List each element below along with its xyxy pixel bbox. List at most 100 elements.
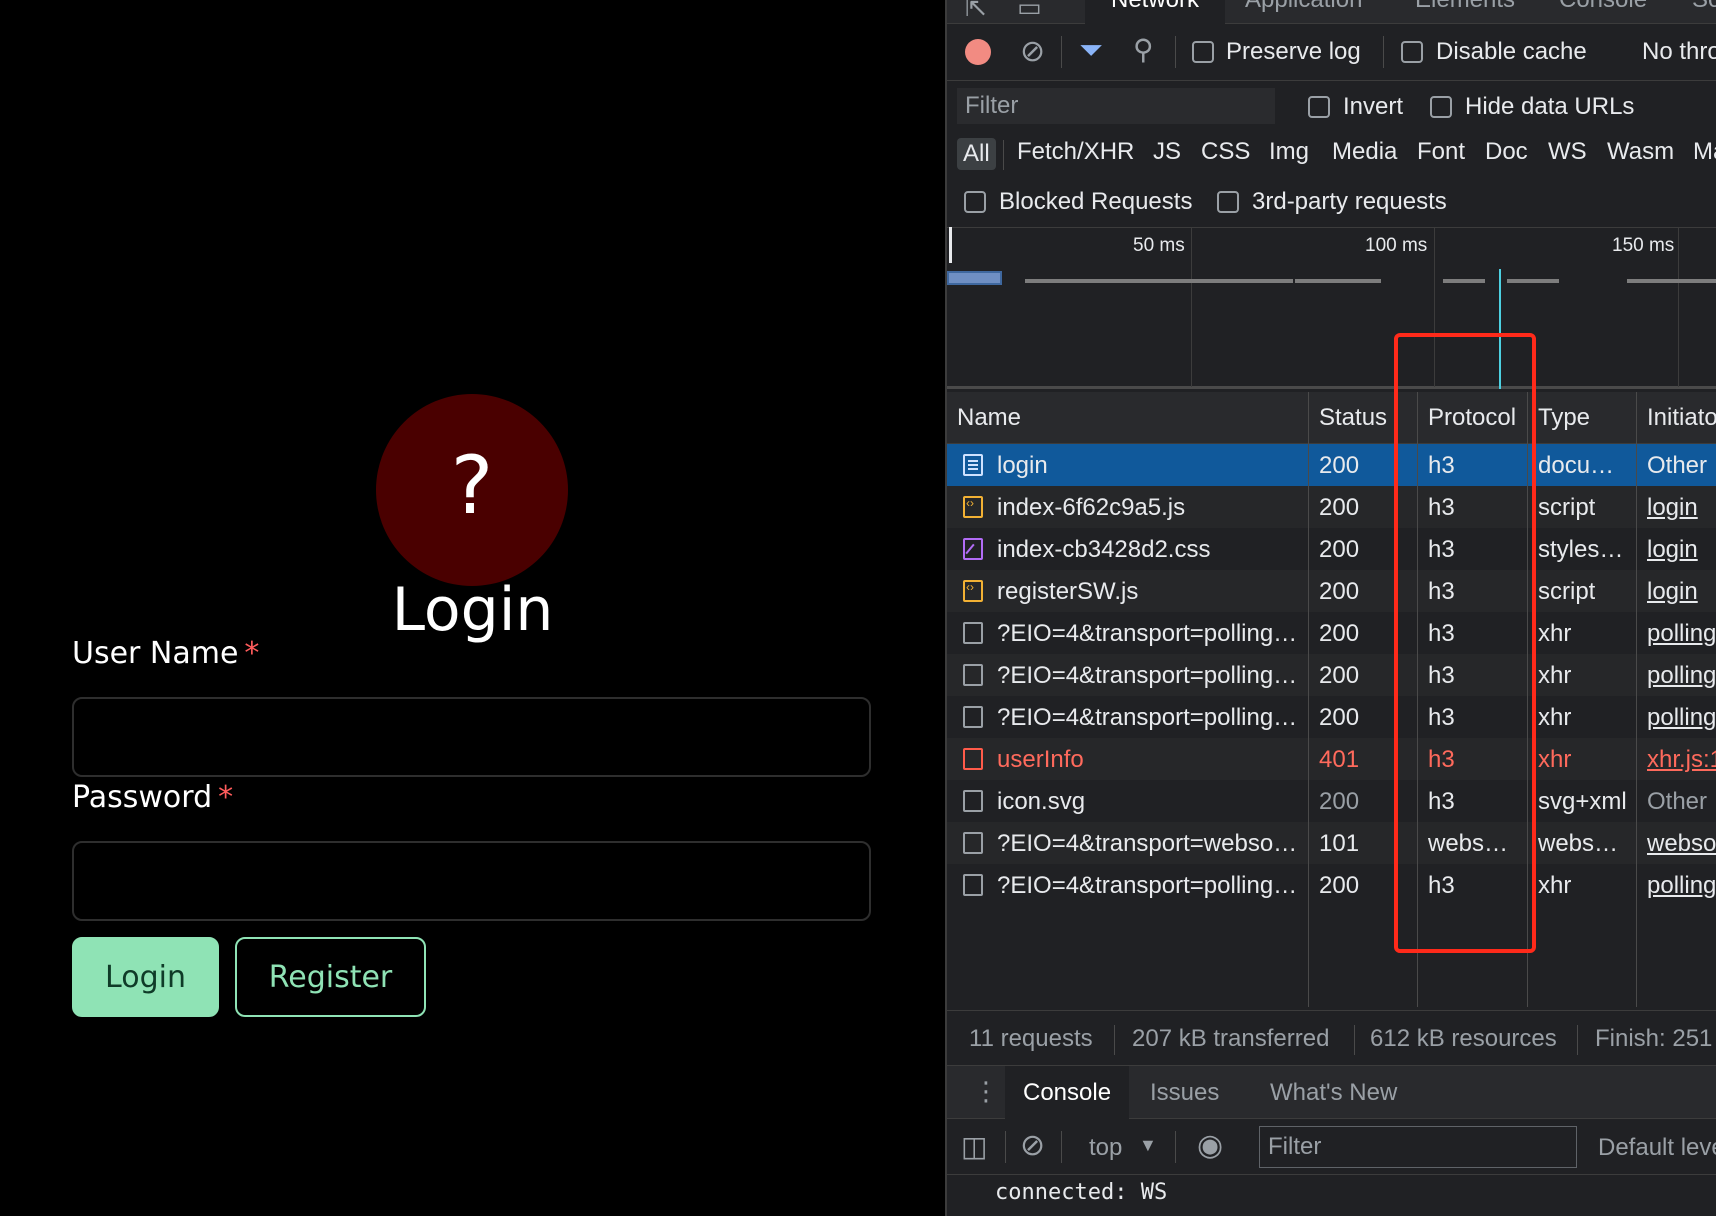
eye-icon[interactable]: ◉ <box>1197 1131 1223 1161</box>
blocked-requests-label: Blocked Requests <box>999 188 1193 215</box>
timeline-gridline <box>1678 227 1679 387</box>
console-toolbar: ◫ ⊘ top ▼ ◉ Filter Default leve <box>947 1119 1716 1175</box>
request-initiator[interactable]: login <box>1647 536 1698 564</box>
timeline-tick: 50 ms <box>1133 235 1185 256</box>
password-input[interactable] <box>72 841 871 921</box>
type-filter-font[interactable]: Font <box>1417 138 1465 166</box>
request-status: 200 <box>1319 578 1360 605</box>
throttling-select[interactable]: No thro <box>1642 38 1716 66</box>
timeline-bar-document <box>947 271 1002 285</box>
invert-checkbox[interactable] <box>1308 96 1330 118</box>
more-tools-icon[interactable]: ⋮ <box>973 1078 999 1104</box>
required-mark: * <box>244 636 260 671</box>
preserve-log-checkbox[interactable] <box>1192 41 1214 63</box>
type-filter-wasm[interactable]: Wasm <box>1607 138 1674 166</box>
type-filter-css[interactable]: CSS <box>1201 138 1250 166</box>
blocked-requests-checkbox[interactable] <box>964 191 986 213</box>
type-filter-fetch-xhr[interactable]: Fetch/XHR <box>1017 138 1134 166</box>
type-filter-doc[interactable]: Doc <box>1485 138 1528 166</box>
request-row[interactable]: ?EIO=4&transport=polling… 200 h3 xhr polling <box>947 612 1716 654</box>
filter-input[interactable]: Filter <box>957 88 1275 124</box>
file-icon <box>963 664 983 686</box>
request-initiator[interactable]: polling <box>1647 662 1716 690</box>
type-filter-all[interactable]: All <box>957 138 996 170</box>
clear-console-icon[interactable]: ⊘ <box>1020 1131 1045 1161</box>
filter-funnel-icon[interactable]: ⏷ <box>1079 36 1103 66</box>
hide-data-urls-checkbox[interactable] <box>1430 96 1452 118</box>
chevron-down-icon[interactable]: ▼ <box>1139 1136 1157 1154</box>
drawer-tab-console[interactable]: Console <box>1005 1066 1130 1119</box>
disable-cache-label: Disable cache <box>1436 38 1587 65</box>
drawer-tab-whats-new[interactable]: What's New <box>1270 1079 1397 1107</box>
request-row[interactable]: ?EIO=4&transport=polling… 200 h3 xhr polling <box>947 654 1716 696</box>
request-initiator[interactable]: webso <box>1647 830 1716 858</box>
request-status: 200 <box>1319 788 1360 815</box>
tab-application[interactable]: Application <box>1245 0 1362 14</box>
timeline-top-border <box>947 227 1716 228</box>
network-timeline[interactable]: 50 ms 100 ms 150 ms <box>947 227 1716 389</box>
username-label-text: User Name <box>72 636 239 671</box>
inspect-icon[interactable]: ⇱ <box>965 0 987 20</box>
record-icon[interactable] <box>965 39 991 65</box>
drawer-tab-issues[interactable]: Issues <box>1150 1079 1219 1107</box>
console-filter-input[interactable]: Filter <box>1259 1126 1577 1168</box>
request-name: login <box>997 452 1048 479</box>
request-initiator[interactable]: polling <box>1647 872 1716 900</box>
request-type: xhr <box>1538 620 1572 647</box>
drawer-tabbar: ⋮ Console Issues What's New <box>947 1066 1716 1119</box>
request-initiator[interactable]: polling <box>1647 704 1716 732</box>
request-initiator[interactable]: polling <box>1647 620 1716 648</box>
request-row[interactable]: icon.svg 200 h3 svg+xml Other <box>947 780 1716 822</box>
request-row[interactable]: ?EIO=4&transport=polling… 200 h3 xhr polling <box>947 696 1716 738</box>
column-initiator[interactable]: Initiato <box>1647 404 1716 432</box>
request-initiator[interactable]: login <box>1647 494 1698 522</box>
column-name[interactable]: Name <box>957 404 1021 432</box>
request-row[interactable]: ?EIO=4&transport=webso… 101 webs… webs… webs… <box>947 822 1716 864</box>
sidebar-toggle-icon[interactable]: ◫ <box>961 1133 987 1161</box>
request-initiator[interactable]: xhr.js:1 <box>1647 746 1716 774</box>
type-filter-img[interactable]: Img <box>1269 138 1309 166</box>
request-status: 200 <box>1319 620 1360 647</box>
file-icon <box>963 706 983 728</box>
request-row[interactable]: index-6f62c9a5.js200h3scriptlogin <box>947 486 1716 528</box>
third-party-checkbox[interactable] <box>1217 191 1239 213</box>
resources-size: 612 kB resources <box>1370 1025 1557 1052</box>
disable-cache-checkbox[interactable] <box>1401 41 1423 63</box>
search-icon[interactable]: ⚲ <box>1133 36 1154 64</box>
type-filter-manifest[interactable]: Ma <box>1693 138 1716 166</box>
password-label-text: Password <box>72 780 213 815</box>
login-button[interactable]: Login <box>72 937 219 1017</box>
protocol-highlight-box <box>1394 333 1536 953</box>
request-row[interactable]: index-cb3428d2.css 200 h3 styles… login <box>947 528 1716 570</box>
file-icon <box>963 622 983 644</box>
request-name: index-cb3428d2.css <box>997 536 1211 563</box>
request-type: webs… <box>1538 830 1619 857</box>
request-row[interactable]: ?EIO=4&transport=polling… 200 h3 xhr polling <box>947 864 1716 906</box>
username-input[interactable] <box>72 697 871 777</box>
request-name: ?EIO=4&transport=polling… <box>997 620 1298 647</box>
column-divider[interactable] <box>1308 392 1309 1007</box>
request-row[interactable]: userInfo 401 h3 xhr xhr.js:1 <box>947 738 1716 780</box>
register-button[interactable]: Register <box>235 937 426 1017</box>
clear-icon[interactable]: ⊘ <box>1020 37 1045 67</box>
log-levels-select[interactable]: Default leve <box>1598 1134 1716 1162</box>
tab-sources[interactable]: So <box>1692 0 1716 14</box>
context-select[interactable]: top <box>1089 1134 1122 1162</box>
tab-network[interactable]: Network <box>1085 0 1226 24</box>
request-status: 401 <box>1319 746 1360 773</box>
request-initiator[interactable]: login <box>1647 578 1698 606</box>
separator <box>1003 140 1004 170</box>
type-filter-ws[interactable]: WS <box>1548 138 1587 166</box>
device-toolbar-icon[interactable]: ▭ <box>1017 0 1042 20</box>
column-type[interactable]: Type <box>1538 404 1590 432</box>
type-filter-media[interactable]: Media <box>1332 138 1397 166</box>
column-divider[interactable] <box>1636 392 1637 1007</box>
request-row[interactable]: login 200 h3 docu… Other <box>947 444 1716 486</box>
column-status[interactable]: Status <box>1319 404 1387 432</box>
timeline-gridline <box>1191 227 1192 387</box>
separator <box>1005 1131 1006 1163</box>
tab-elements[interactable]: Elements <box>1415 0 1515 14</box>
request-row[interactable]: registerSW.js200h3scriptlogin <box>947 570 1716 612</box>
tab-console[interactable]: Console <box>1559 0 1647 14</box>
type-filter-js[interactable]: JS <box>1153 138 1181 166</box>
